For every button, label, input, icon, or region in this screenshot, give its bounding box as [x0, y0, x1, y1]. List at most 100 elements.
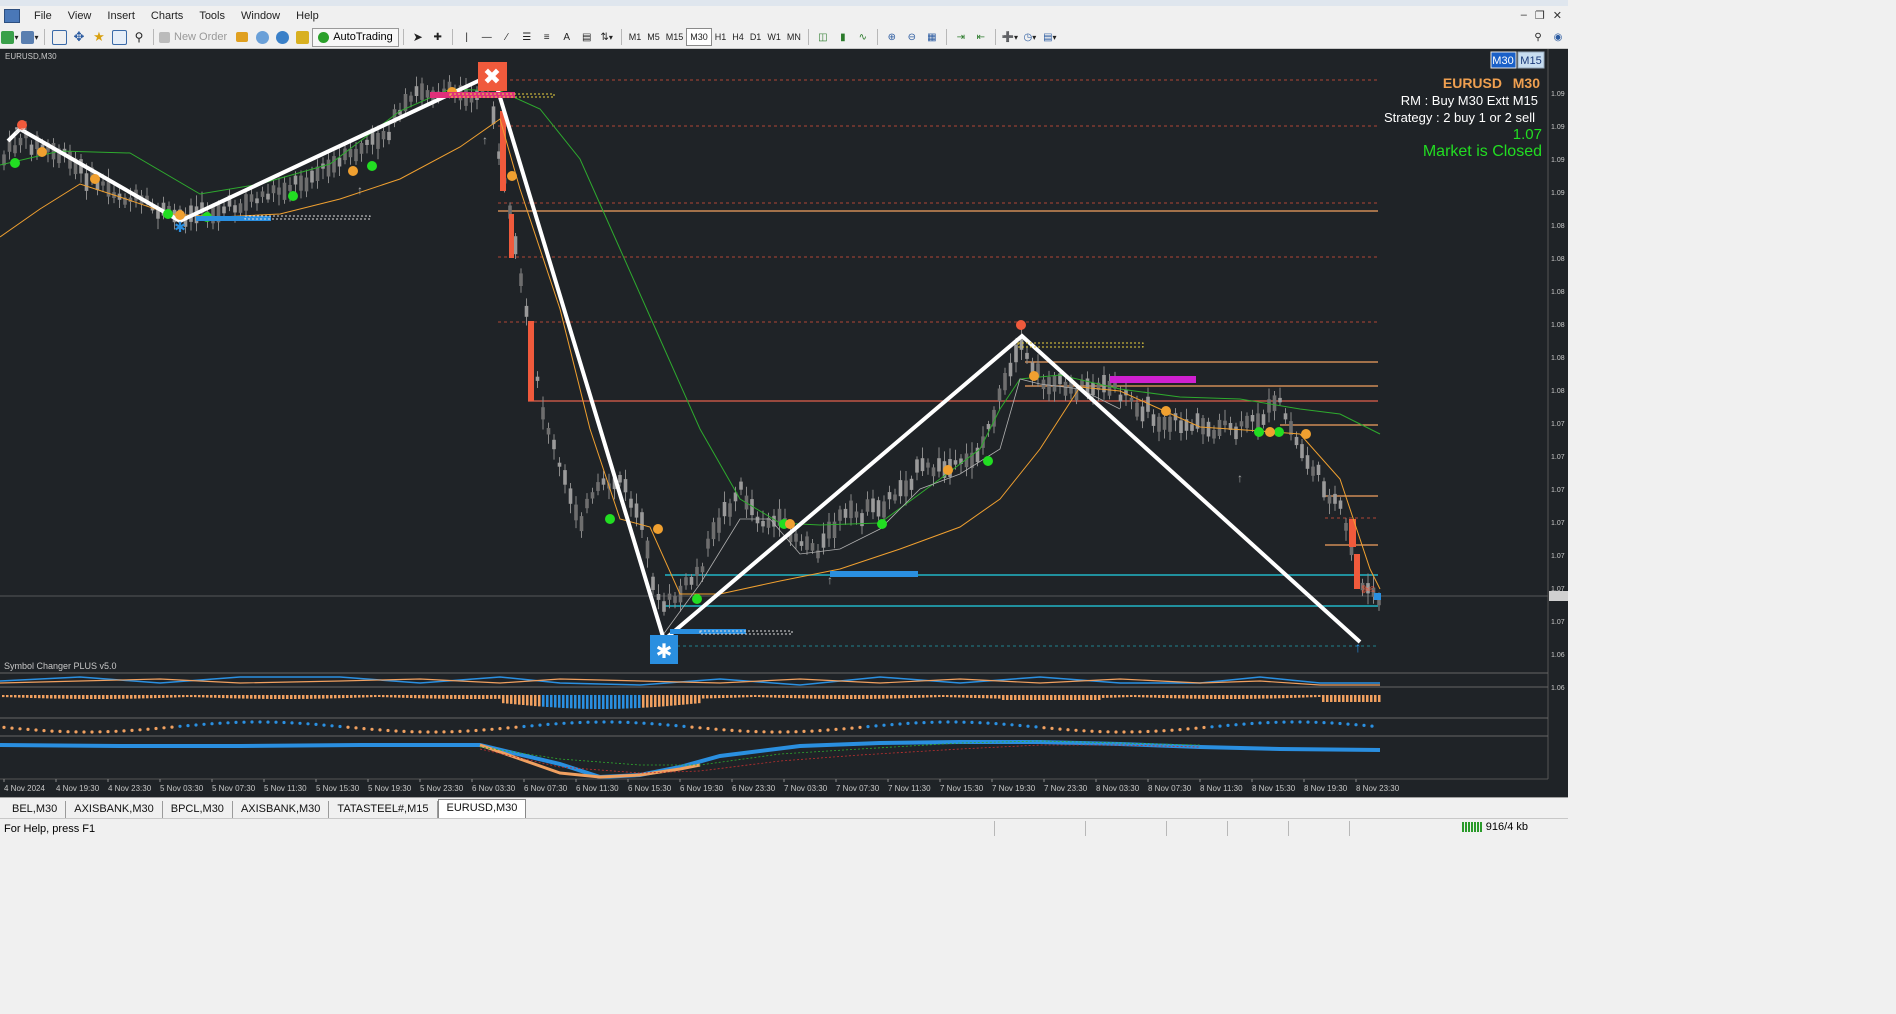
oscillator-dot: [786, 730, 790, 734]
neutral-dot: [37, 147, 47, 157]
menu-insert[interactable]: Insert: [99, 6, 143, 26]
line-chart-button[interactable]: ∿: [854, 28, 872, 46]
tf-mn[interactable]: MN: [784, 29, 804, 45]
histogram-bar: [858, 695, 861, 699]
tester-button[interactable]: ⚲: [130, 28, 148, 46]
menu-help[interactable]: Help: [288, 6, 327, 26]
bar-chart-button[interactable]: ◫: [814, 28, 832, 46]
chart-shift-button[interactable]: ⇤: [972, 28, 990, 46]
histogram-bar: [1278, 695, 1281, 699]
tf-d1[interactable]: D1: [747, 29, 765, 45]
signals-button[interactable]: [253, 28, 271, 46]
data-window-button[interactable]: ✥: [70, 28, 88, 46]
text-label-tool[interactable]: ▤: [578, 28, 596, 46]
chart-window[interactable]: EURUSD,M30 ✖ ✱ ✱ ↑ ✄ ✄ ↑ ↑ ↑ ↑ M30 M15 E…: [0, 49, 1568, 797]
periods-button[interactable]: ◷ ▾: [1021, 28, 1039, 46]
oscillator-dot: [482, 728, 486, 732]
tf-m30[interactable]: M30: [686, 28, 712, 46]
tf-h4[interactable]: H4: [729, 29, 747, 45]
restore-icon[interactable]: ❐: [1535, 9, 1545, 22]
crosshair-tool[interactable]: ✚: [429, 28, 447, 46]
tab-bel-m30[interactable]: BEL,M30: [4, 801, 67, 818]
trendline-tool[interactable]: ∕: [498, 28, 516, 46]
tf-m15[interactable]: M15: [663, 29, 687, 45]
menu-view[interactable]: View: [60, 6, 100, 26]
histogram-bar: [650, 695, 653, 708]
text-tool[interactable]: A: [558, 28, 576, 46]
chart-tabs: BEL,M30 AXISBANK,M30 BPCL,M30 AXISBANK,M…: [0, 797, 1568, 818]
histogram-bar: [550, 695, 553, 708]
candle-body: [953, 460, 958, 465]
menu-tools[interactable]: Tools: [191, 6, 233, 26]
histogram-bar: [1190, 695, 1193, 699]
menu-charts[interactable]: Charts: [143, 6, 191, 26]
profiles-button[interactable]: ▾: [21, 28, 39, 46]
templates-button[interactable]: ▤ ▾: [1041, 28, 1059, 46]
close-icon[interactable]: ✕: [1553, 9, 1562, 22]
histogram-bar: [1358, 695, 1361, 702]
autoscroll-button[interactable]: ⇥: [952, 28, 970, 46]
cursor-tool[interactable]: ➤: [409, 28, 427, 46]
oscillator-dot: [874, 724, 878, 728]
autotrading-button[interactable]: AutoTrading: [312, 27, 399, 47]
candle-body: [926, 462, 930, 468]
oscillator-dot: [370, 727, 374, 731]
tab-tatasteel-m15[interactable]: TATASTEEL#,M15: [329, 801, 438, 818]
zoom-in-button[interactable]: ⊕: [883, 28, 901, 46]
oscillator-dot: [1362, 723, 1366, 728]
histogram-bar: [610, 695, 613, 709]
histogram-bar: [98, 695, 101, 699]
histogram-bar: [1378, 695, 1381, 702]
search-button[interactable]: ⚲: [1529, 28, 1547, 46]
candle-body: [381, 131, 386, 140]
market-button[interactable]: [273, 28, 291, 46]
candlestick-button[interactable]: ▮: [834, 28, 852, 46]
arrows-tool[interactable]: ⇅ ▾: [598, 28, 616, 46]
channel-tool[interactable]: ☰: [518, 28, 536, 46]
oscillator-dot: [706, 726, 710, 731]
new-order-button[interactable]: New Order: [159, 28, 231, 46]
vertical-line-tool[interactable]: |: [458, 28, 476, 46]
histogram-bar: [1054, 695, 1057, 700]
terminal-button[interactable]: [110, 28, 128, 46]
horizontal-line-icon: —: [481, 31, 492, 43]
zoom-out-button[interactable]: ⊖: [903, 28, 921, 46]
histogram-bar: [1218, 695, 1221, 699]
tab-bpcl-m30[interactable]: BPCL,M30: [163, 801, 233, 818]
tf-h1[interactable]: H1: [712, 29, 730, 45]
tf-m5[interactable]: M5: [644, 29, 663, 45]
histogram-bar: [902, 695, 905, 699]
oscillator-dot: [1162, 729, 1166, 733]
tab-eurusd-m30[interactable]: EURUSD,M30: [437, 799, 527, 818]
histogram-bar: [966, 695, 969, 698]
histogram-bar: [1286, 695, 1289, 699]
metaeditor-button[interactable]: [233, 28, 251, 46]
tab-axisbank-m30-2[interactable]: AXISBANK,M30: [233, 801, 330, 818]
histogram-bar: [166, 695, 169, 698]
horizontal-line-tool[interactable]: —: [478, 28, 496, 46]
histogram-bar: [74, 695, 77, 699]
experts-button[interactable]: [293, 28, 311, 46]
histogram-bar: [626, 695, 629, 709]
market-watch-button[interactable]: [50, 28, 68, 46]
minimize-icon[interactable]: –: [1521, 9, 1527, 22]
candle-body: [728, 503, 732, 517]
indicators-button[interactable]: ➕ ▾: [1001, 28, 1019, 46]
histogram-bar: [458, 695, 461, 699]
tab-axisbank-m30[interactable]: AXISBANK,M30: [66, 801, 163, 818]
price-chart[interactable]: EURUSD,M30 ✖ ✱ ✱ ↑ ✄ ✄ ↑ ↑ ↑ ↑ M30 M15 E…: [0, 49, 1568, 797]
fibonacci-tool[interactable]: ≡: [538, 28, 556, 46]
tf-w1[interactable]: W1: [764, 29, 784, 45]
text-icon: A: [563, 31, 571, 43]
tf-m1[interactable]: M1: [626, 29, 645, 45]
menu-file[interactable]: File: [26, 6, 60, 26]
navigator-button[interactable]: ★: [90, 28, 108, 46]
histogram-bar: [598, 695, 601, 709]
tile-windows-button[interactable]: ▦: [923, 28, 941, 46]
community-button[interactable]: ◉: [1549, 28, 1567, 46]
neutral-dot: [943, 465, 953, 475]
new-chart-button[interactable]: ▾: [1, 28, 19, 46]
candle-body: [843, 508, 848, 518]
oscillator-dot: [762, 730, 766, 734]
menu-window[interactable]: Window: [233, 6, 288, 26]
